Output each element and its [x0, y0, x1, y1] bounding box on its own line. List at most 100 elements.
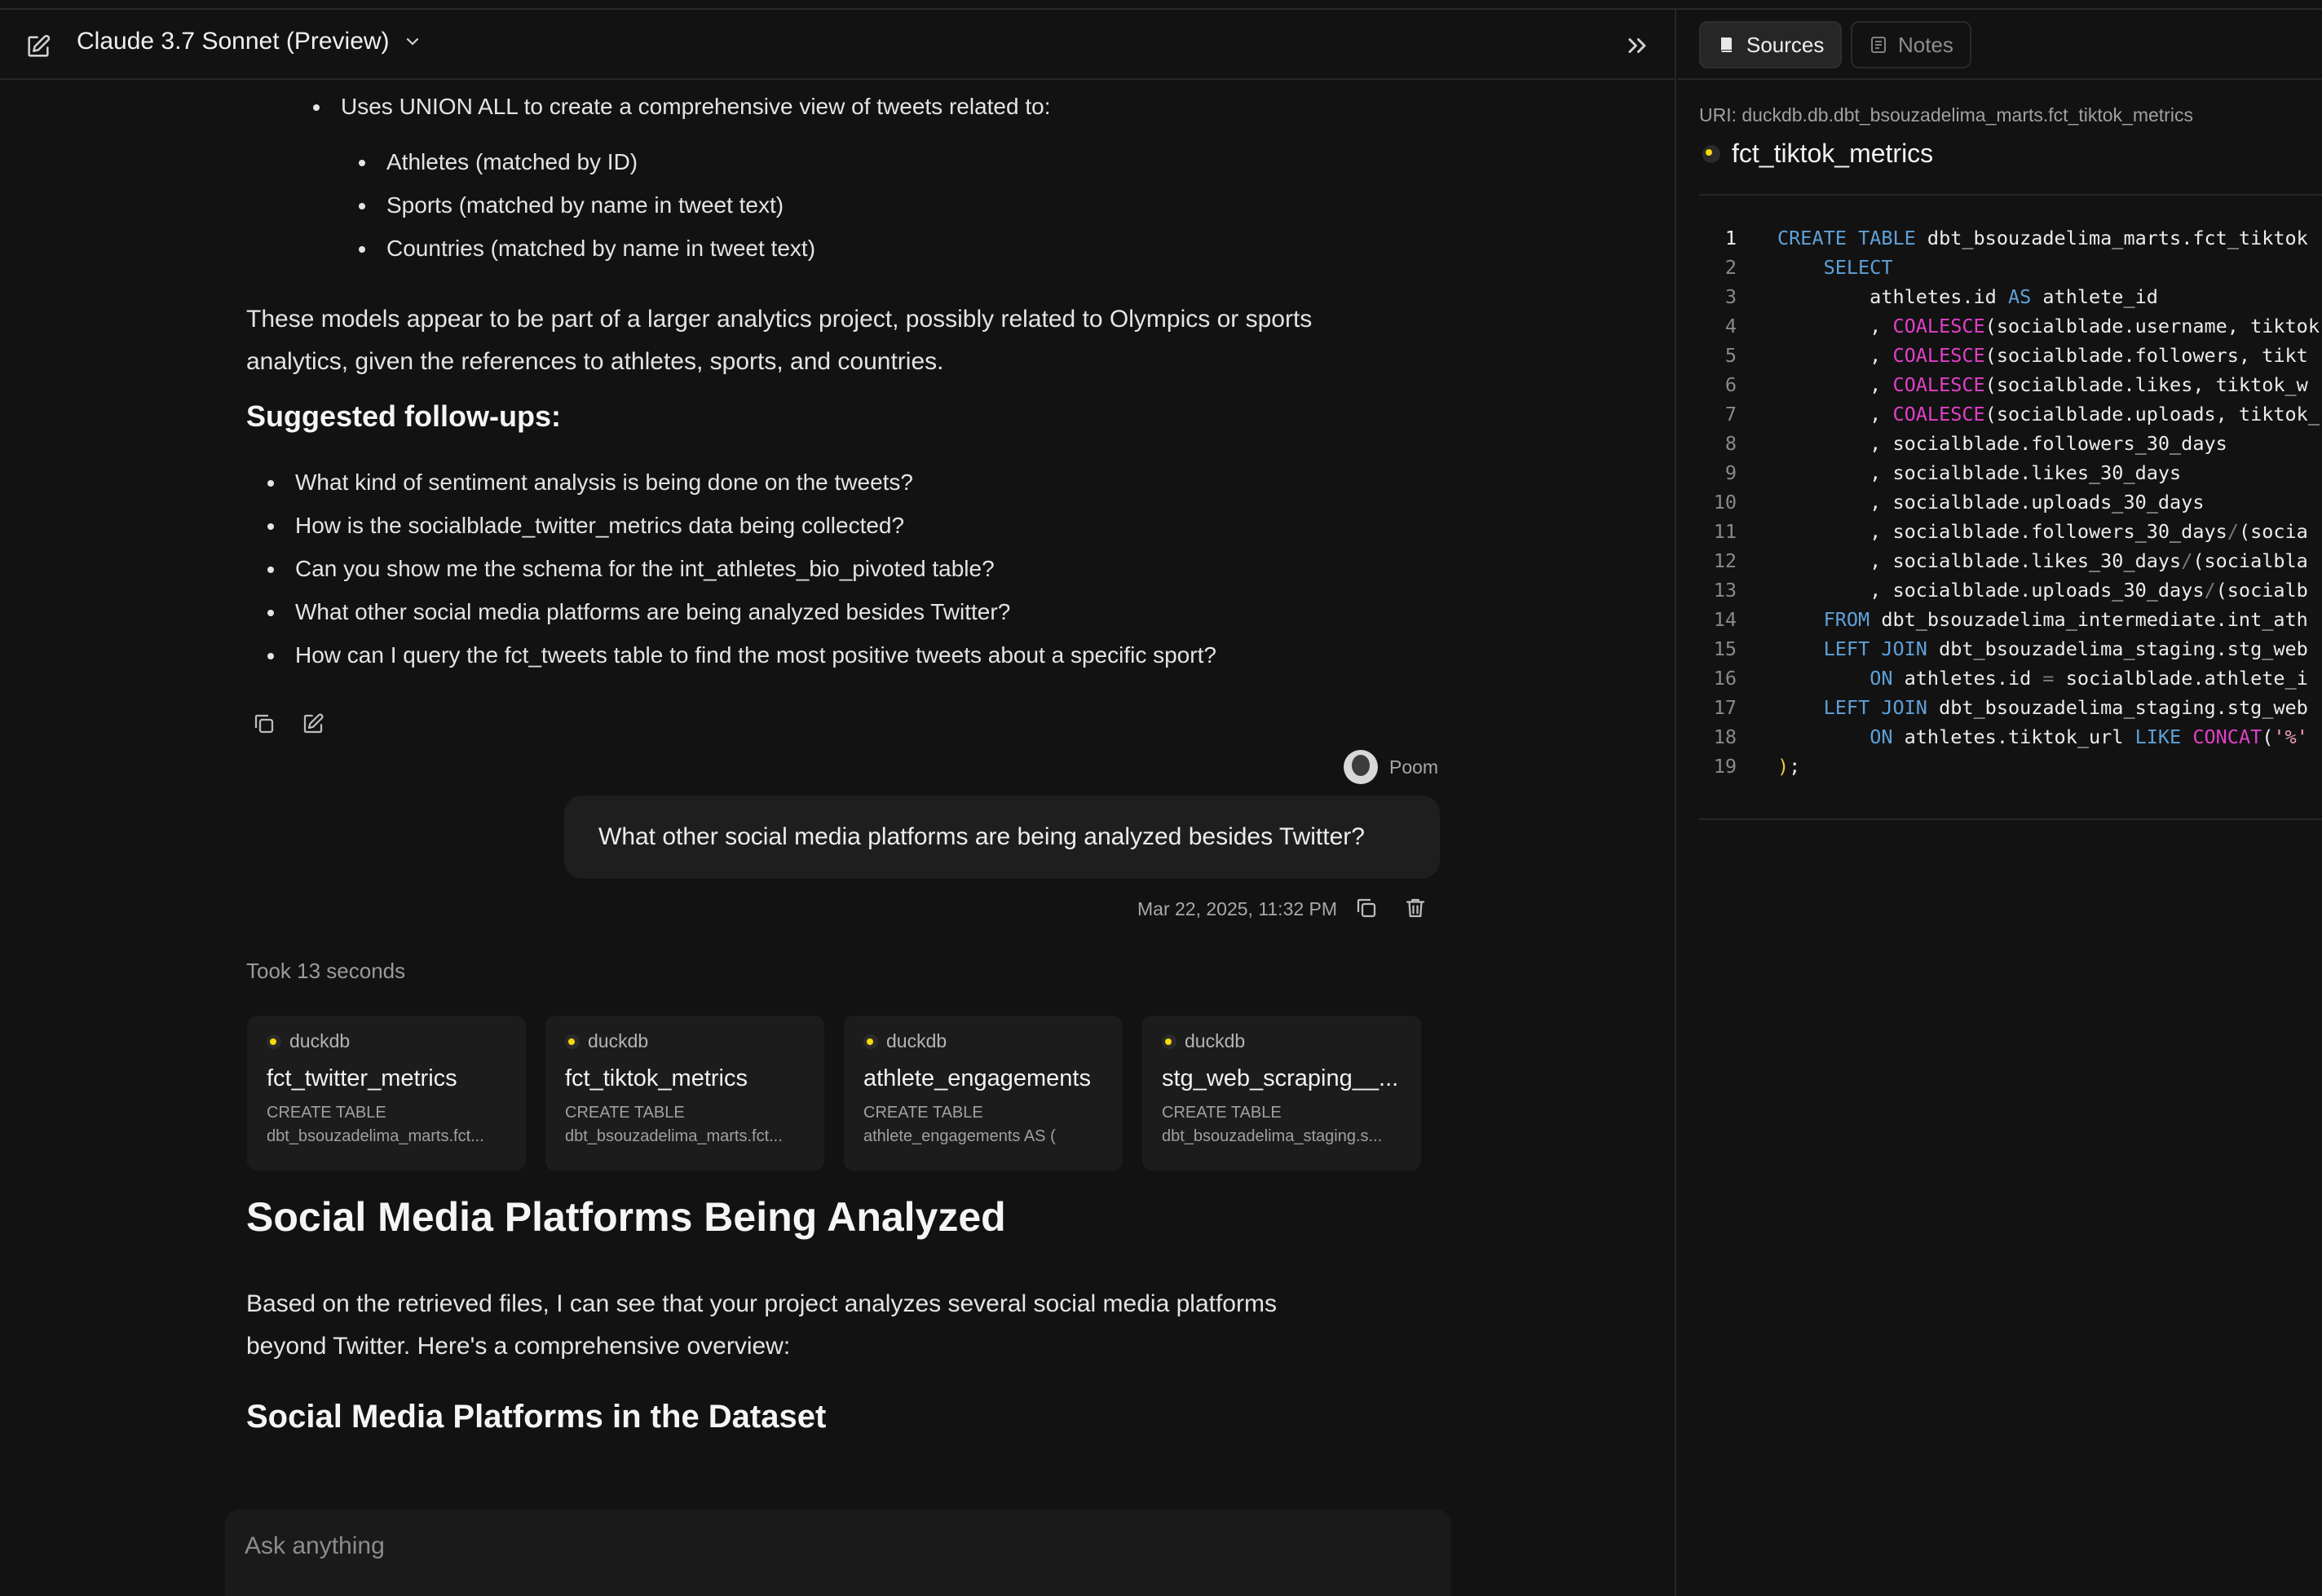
model-selector[interactable]: Claude 3.7 Sonnet (Preview) [77, 28, 422, 55]
answer-paragraph: Based on the retrieved files, I can see … [246, 1283, 1469, 1368]
copy-response-icon[interactable] [248, 708, 280, 740]
followup-item[interactable]: Can you show me the schema for the int_a… [267, 547, 1216, 590]
divider [1699, 194, 2322, 196]
list-item: Sports (matched by name in tweet text) [358, 183, 815, 227]
source-card[interactable]: duckdb athlete_engagements CREATE TABLE … [844, 1016, 1123, 1171]
code-line: 9 , socialblade.likes_30_days [1699, 458, 2322, 487]
source-card[interactable]: duckdb fct_tiktok_metrics CREATE TABLE d… [545, 1016, 824, 1171]
code-line: 13 , socialblade.uploads_30_days/(social… [1699, 575, 2322, 605]
chat-header: Claude 3.7 Sonnet (Preview) [0, 10, 1675, 80]
code-viewer: 1 CREATE TABLE dbt_bsouzadelima_marts.fct… [1699, 223, 2322, 781]
line-number: 10 [1713, 491, 1737, 514]
followup-item[interactable]: How is the socialblade_twitter_metrics d… [267, 504, 1216, 547]
code-text: , COALESCE(socialblade.uploads, tiktok_ [1777, 403, 2320, 425]
user-message-bubble: What other social media platforms are be… [564, 796, 1440, 879]
avatar [1344, 750, 1378, 784]
code-line: 2 SELECT [1699, 253, 2322, 282]
code-line: 15 LEFT JOIN dbt_bsouzadelima_staging.st… [1699, 634, 2322, 664]
tab-label: Notes [1898, 32, 1953, 57]
notes-icon [1871, 37, 1886, 53]
line-number: 18 [1713, 725, 1737, 748]
chat-panel: Claude 3.7 Sonnet (Preview) Uses UNION A… [0, 10, 1676, 1596]
source-card-snippet: CREATE TABLE [565, 1104, 685, 1122]
code-text: , COALESCE(socialblade.followers, tikt [1777, 344, 2308, 367]
summary-line: analytics, given the references to athle… [246, 348, 944, 375]
followup-item[interactable]: What kind of sentiment analysis is being… [267, 461, 1216, 504]
code-line: 16 ON athletes.id = socialblade.athlete_… [1699, 664, 2322, 693]
trash-icon[interactable] [1399, 892, 1432, 924]
line-number: 11 [1713, 520, 1737, 543]
tab-sources[interactable]: Sources [1699, 21, 1843, 68]
edit-response-icon[interactable] [297, 708, 329, 740]
answer-heading: Social Media Platforms Being Analyzed [246, 1194, 1006, 1240]
user-name: Poom [1389, 756, 1439, 778]
tab-notes[interactable]: Notes [1851, 21, 1971, 68]
code-line: 7 , COALESCE(socialblade.uploads, tiktok… [1699, 399, 2322, 429]
source-card-snippet: athlete_engagements AS ( [863, 1127, 1056, 1145]
code-text: , socialblade.uploads_30_days [1777, 491, 2205, 514]
sources-panel: Sources Notes URI: duckdb.db.dbt_bsouzad… [1678, 10, 2322, 1596]
union-bullet-list: Uses UNION ALL to create a comprehensive… [312, 85, 1050, 128]
code-text: ON athletes.tiktok_url LIKE CONCAT('%' [1870, 725, 2308, 748]
line-number: 16 [1713, 667, 1737, 690]
code-line: 11 , socialblade.followers_30_days/(soci… [1699, 517, 2322, 546]
followups-list: What kind of sentiment analysis is being… [267, 461, 1216, 677]
window-top-border [0, 0, 2322, 10]
model-name: Claude 3.7 Sonnet (Preview) [77, 28, 390, 55]
code-line: 5 , COALESCE(socialblade.followers, tikt [1699, 341, 2322, 370]
line-number: 14 [1713, 608, 1737, 631]
code-line: 1 CREATE TABLE dbt_bsouzadelima_marts.fct… [1699, 223, 2322, 253]
line-number: 1 [1724, 227, 1737, 249]
answer-subheading: Social Media Platforms in the Dataset [246, 1399, 827, 1435]
book-icon [1721, 37, 1732, 53]
source-card-snippet: CREATE TABLE [1162, 1104, 1282, 1122]
source-uri: URI: duckdb.db.dbt_bsouzadelima_marts.fc… [1699, 104, 2193, 126]
duckdb-icon [1162, 1034, 1176, 1049]
followups-heading: Suggested follow-ups: [246, 399, 561, 433]
message-timestamp: Mar 22, 2025, 11:32 PM [1137, 898, 1338, 919]
code-text: , socialblade.followers_30_days [1777, 432, 2227, 455]
source-card-title: stg_web_scraping__... [1162, 1065, 1399, 1091]
line-number: 13 [1713, 579, 1737, 602]
source-card-title: fct_tiktok_metrics [565, 1065, 748, 1091]
list-item: Athletes (matched by ID) [358, 140, 815, 183]
summary-line: These models appear to be part of a larg… [246, 306, 1313, 333]
source-card[interactable]: duckdb fct_twitter_metrics CREATE TABLE … [247, 1016, 526, 1171]
code-line: 4 , COALESCE(socialblade.username, tikto… [1699, 311, 2322, 341]
line-number: 2 [1724, 256, 1737, 279]
copy-message-icon[interactable] [1350, 892, 1383, 924]
line-number: 8 [1724, 432, 1737, 455]
code-text: , socialblade.likes_30_days/(socialbla [1777, 549, 2308, 572]
source-type: duckdb [886, 1030, 947, 1052]
source-card[interactable]: duckdb stg_web_scraping__... CREATE TABL… [1142, 1016, 1421, 1171]
code-line: 17 LEFT JOIN dbt_bsouzadelima_staging.st… [1699, 693, 2322, 722]
new-chat-icon[interactable] [24, 33, 52, 60]
code-text: , socialblade.uploads_30_days/(socialb [1777, 579, 2308, 602]
source-type: duckdb [1185, 1030, 1246, 1052]
source-card-title: fct_twitter_metrics [267, 1065, 457, 1091]
answer-line: Based on the retrieved files, I can see … [246, 1290, 1277, 1317]
expand-panel-icon[interactable] [1622, 31, 1652, 60]
list-item: Countries (matched by name in tweet text… [358, 227, 815, 270]
code-text: ON athletes.id = socialblade.athlete_i [1870, 667, 2308, 690]
followup-item[interactable]: How can I query the fct_tweets table to … [267, 633, 1216, 677]
line-number: 19 [1713, 755, 1737, 778]
chat-input[interactable] [245, 1532, 1386, 1560]
answer-line: beyond Twitter. Here's a comprehensive o… [246, 1333, 791, 1360]
code-text: , COALESCE(socialblade.likes, tiktok_w [1777, 373, 2308, 396]
code-line: 14 FROM dbt_bsouzadelima_intermediate.in… [1699, 605, 2322, 634]
code-line: 3 athletes.id AS athlete_id [1699, 282, 2322, 311]
code-text: , socialblade.followers_30_days/(socia [1777, 520, 2308, 543]
code-text: , COALESCE(socialblade.username, tiktok [1777, 315, 2320, 337]
duckdb-icon [863, 1034, 878, 1049]
code-line: 18 ON athletes.tiktok_url LIKE CONCAT('%… [1699, 722, 2322, 752]
tab-label: Sources [1746, 32, 1825, 57]
code-line: 8 , socialblade.followers_30_days [1699, 429, 2322, 458]
code-text: , socialblade.likes_30_days [1777, 461, 2182, 484]
followup-item[interactable]: What other social media platforms are be… [267, 590, 1216, 633]
source-card-snippet: CREATE TABLE [267, 1104, 386, 1122]
code-text: ); [1777, 755, 1801, 778]
duckdb-icon [565, 1034, 580, 1049]
divider [1699, 818, 2322, 820]
source-card-title: athlete_engagements [863, 1065, 1091, 1091]
